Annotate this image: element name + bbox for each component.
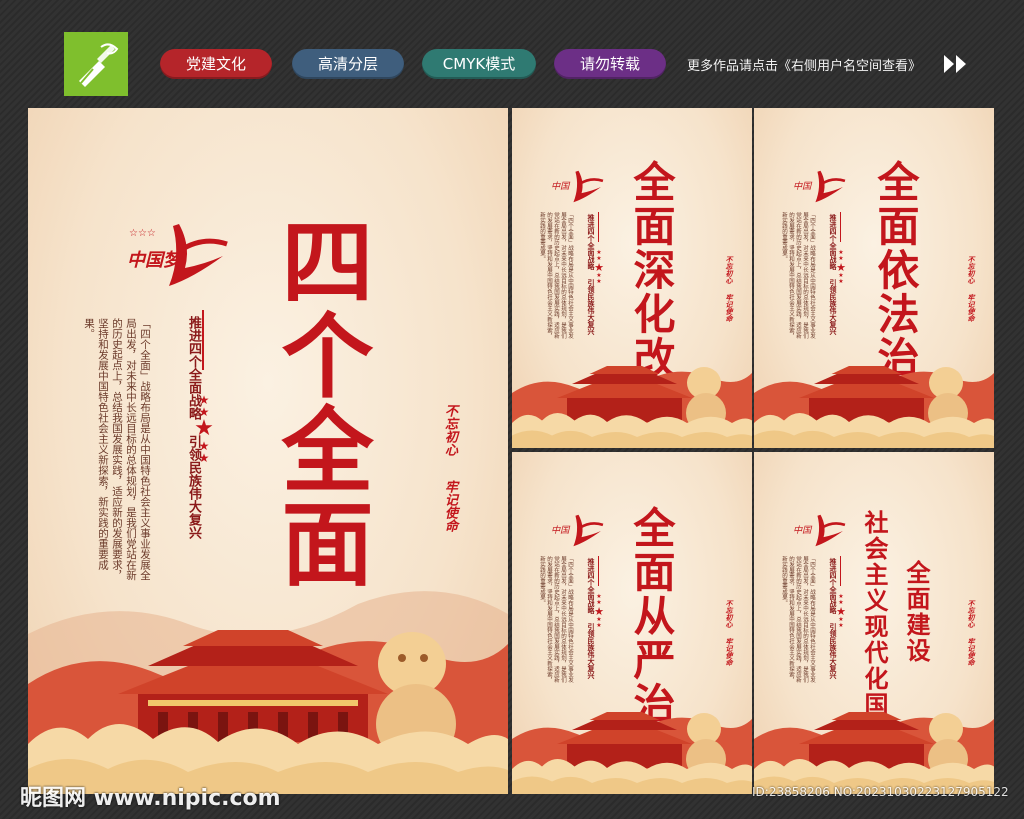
star-ornament: ★ ★ ★ ★ ★ [836,593,846,629]
palace-cloud-illustration [512,366,752,448]
china-dream-logo: 中国 [792,510,848,556]
double-chevron-right-icon[interactable] [942,53,970,75]
tag-hd-layered[interactable]: 高清分层 [292,49,404,79]
subtitle-divider [598,556,599,586]
subtitle-divider [840,212,841,242]
tag-party-culture[interactable]: 党建文化 [160,49,272,79]
svg-text:中国: 中国 [793,181,813,192]
slogan-seal-1: 不忘初心 [967,600,976,628]
slogan-seal-1: 不忘初心 [725,600,734,628]
more-works-link[interactable]: 更多作品请点击《右侧用户名空间查看》 [687,55,921,74]
subtitle-divider [840,556,841,586]
pen-nib-logo-icon [64,32,128,96]
svg-text:☆☆☆: ☆☆☆ [129,228,156,239]
poster-modern-socialist-country: 中国 「四个全面」战略布局是从中国特色社会主义事业发展全局出发，对未来中长远目标… [754,452,994,794]
subtitle-divider [202,310,204,370]
poster-rule-of-law: 中国 「四个全面」战略布局是从中国特色社会主义事业发展全局出发，对未来中长远目标… [754,108,994,448]
intro-paragraph: 「四个全面」战略布局是从中国特色社会主义事业发展全局出发，对未来中长远目标的总体… [539,212,573,339]
china-dream-logo: 中国 [792,166,848,212]
intro-paragraph: 「四个全面」战略布局是从中国特色社会主义事业发展全局出发，对未来中长远目标的总体… [539,556,573,683]
poster-deepen-reform: 中国 「四个全面」战略布局是从中国特色社会主义事业发展全局出发，对未来中长远目标… [512,108,752,448]
slogan-seal-2: 牢记使命 [967,638,976,666]
slogan-seal-1: 不忘初心 [725,256,734,284]
logo-text: 中国梦 [127,250,181,271]
slogan-seal-2: 牢记使命 [725,294,734,322]
poster-main: ☆☆☆ 中国梦 「四个全面」战略布局是从中国特色社会主义事业发展全局出发，对未来… [28,108,508,794]
palace-cloud-illustration [28,591,508,794]
slogan-seal-2: 牢记使命 [442,480,457,532]
subtitle-divider [598,212,599,242]
star-ornament: ★ ★ ★ ★ ★ [594,593,604,629]
palace-cloud-illustration [512,712,752,794]
svg-text:中国: 中国 [793,525,813,536]
tag-cmyk-mode[interactable]: CMYK模式 [422,49,536,79]
site-watermark: 昵图网 www.nipic.com [20,786,281,811]
star-ornament: ★ ★ ★ ★ ★ [836,249,846,285]
intro-paragraph: 「四个全面」战略布局是从中国特色社会主义事业发展全局出发，对未来中长远目标的总体… [83,318,151,581]
intro-paragraph: 「四个全面」战略布局是从中国特色社会主义事业发展全局出发，对未来中长远目标的总体… [781,556,815,683]
slogan-seal-1: 不忘初心 [967,256,976,284]
slogan-seal-1: 不忘初心 [442,404,457,456]
svg-text:中国: 中国 [551,525,571,536]
intro-paragraph: 「四个全面」战略布局是从中国特色社会主义事业发展全局出发，对未来中长远目标的总体… [781,212,815,339]
slogan-seal-2: 牢记使命 [725,638,734,666]
slogan-seal-2: 牢记使命 [967,294,976,322]
svg-text:中国: 中国 [551,181,571,192]
poster-title-secondary: 全面建设 [902,560,931,664]
tag-no-repost[interactable]: 请勿转载 [554,49,666,79]
palace-cloud-illustration [754,712,994,794]
star-ornament: ★ ★ ★ ★ ★ [594,249,604,285]
star-ornament: ★ ★ ★ ★ ★ [194,393,214,465]
china-dream-logo: 中国 [550,166,606,212]
palace-cloud-illustration [754,366,994,448]
top-banner: 党建文化 高清分层 CMYK模式 请勿转载 更多作品请点击《右侧用户名空间查看》 [0,0,1024,100]
image-id-watermark: ID:23858206 NO:20231030223127905122 [752,785,1009,799]
poster-main-title: 四个全面 [266,214,374,590]
china-dream-logo: 中国 [550,510,606,556]
china-dream-logo: ☆☆☆ 中国梦 [123,216,233,296]
poster-strict-party: 中国 「四个全面」战略布局是从中国特色社会主义事业发展全局出发，对未来中长远目标… [512,452,752,794]
